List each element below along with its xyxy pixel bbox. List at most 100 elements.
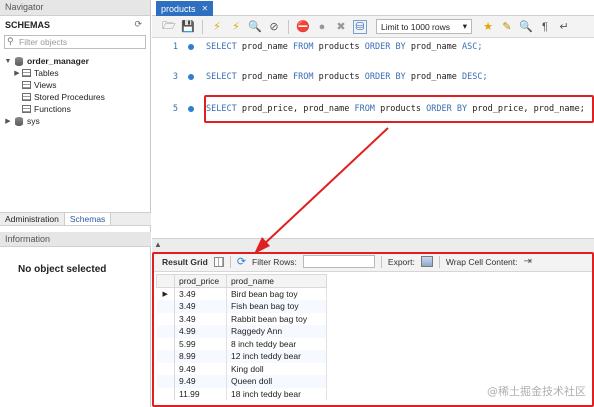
- wrap-cell-icon[interactable]: ⇥: [524, 256, 532, 267]
- row-header[interactable]: [156, 387, 175, 400]
- code-line[interactable]: 3 SELECT prod_name FROM products ORDER B…: [152, 71, 488, 83]
- cell-prod-price[interactable]: 9.49: [174, 362, 227, 375]
- sql-token: prod_name: [241, 72, 288, 82]
- sql-token: prod_name: [410, 72, 457, 82]
- column-header[interactable]: prod_name: [226, 274, 327, 288]
- stop-icon[interactable]: ⊘: [267, 20, 281, 34]
- table-row[interactable]: 3.49 Fish bean bag toy: [156, 300, 327, 313]
- database-icon: [14, 116, 24, 126]
- tree-item-label: sys: [27, 116, 40, 126]
- tree-item-stored-procedures[interactable]: Stored Procedures: [0, 91, 150, 103]
- table-row[interactable]: 4.99 Raggedy Ann: [156, 325, 327, 338]
- sql-keyword: FROM: [293, 72, 314, 82]
- tab-administration[interactable]: Administration: [0, 213, 64, 225]
- navigator-header: Navigator: [0, 0, 150, 16]
- tree-item-label: Tables: [34, 68, 59, 78]
- tab-products[interactable]: products ✕: [156, 1, 214, 16]
- commit-icon[interactable]: ●: [315, 20, 329, 34]
- save-icon[interactable]: 💾: [181, 20, 195, 34]
- cell-prod-name[interactable]: 8 inch teddy bear: [226, 337, 327, 350]
- cell-prod-price[interactable]: 3.49: [174, 300, 227, 313]
- table-row[interactable]: 3.49 Rabbit bean bag toy: [156, 312, 327, 325]
- cell-prod-price[interactable]: 11.99: [174, 387, 227, 400]
- open-file-icon[interactable]: 🗁: [162, 20, 176, 34]
- limit-rows-select[interactable]: Limit to 1000 rows ▾: [376, 19, 472, 34]
- sql-text: SELECT prod_name FROM products ORDER BY …: [206, 42, 482, 52]
- export-icon[interactable]: [420, 256, 433, 267]
- cell-prod-price[interactable]: 4.99: [174, 325, 227, 338]
- invisible-chars-icon[interactable]: ¶: [538, 20, 552, 34]
- row-header[interactable]: [156, 375, 175, 388]
- sql-keyword: SELECT: [206, 72, 237, 82]
- row-header[interactable]: [156, 312, 175, 325]
- table-row[interactable]: 8.99 12 inch teddy bear: [156, 350, 327, 363]
- cell-prod-name[interactable]: Bird bean bag toy: [226, 287, 327, 300]
- cell-prod-price[interactable]: 3.49: [174, 312, 227, 325]
- line-number: 5: [172, 104, 178, 114]
- tree-item-sys[interactable]: ▶ sys: [0, 115, 150, 127]
- filter-placeholder: Filter objects: [19, 37, 68, 47]
- cell-prod-price[interactable]: 3.49: [174, 287, 227, 300]
- cell-prod-name[interactable]: Fish bean bag toy: [226, 300, 327, 313]
- cell-prod-price[interactable]: 5.99: [174, 337, 227, 350]
- cell-prod-name[interactable]: Raggedy Ann: [226, 325, 327, 338]
- cell-prod-name[interactable]: 12 inch teddy bear: [226, 350, 327, 363]
- tree-item-tables[interactable]: ▶ Tables: [0, 67, 150, 79]
- expand-triangle-icon[interactable]: ▼: [4, 58, 12, 65]
- toggle-autocommit-icon[interactable]: ⛔: [296, 20, 310, 34]
- row-header[interactable]: [156, 325, 175, 338]
- result-grid-tab[interactable]: Result Grid: [162, 257, 208, 267]
- transaction-icon[interactable]: ⛁: [353, 19, 367, 34]
- current-row-marker-icon[interactable]: ▶: [156, 287, 175, 300]
- row-header[interactable]: [156, 350, 175, 363]
- cell-prod-price[interactable]: 9.49: [174, 375, 227, 388]
- row-header[interactable]: [156, 300, 175, 313]
- sql-toolbar: 🗁 💾 ⚡ ⚡ 🔍 ⊘ ⛔ ● ✖ ⛁ Limit to 1000 rows ▾…: [152, 16, 594, 38]
- rollback-icon[interactable]: ✖: [334, 20, 348, 34]
- sql-editor[interactable]: 1 SELECT prod_name FROM products ORDER B…: [152, 38, 594, 236]
- result-grid: prod_price prod_name ▶ 3.49 Bird bean bag …: [156, 274, 327, 400]
- explain-icon[interactable]: 🔍: [248, 20, 262, 34]
- tree-item-label: order_manager: [27, 56, 89, 66]
- search-icon: ⚲: [7, 36, 14, 46]
- bookmark-icon[interactable]: ★: [481, 20, 495, 34]
- navigator-tabs: Administration Schemas: [0, 212, 151, 226]
- statement-dot-icon: [188, 44, 194, 50]
- row-header[interactable]: [156, 362, 175, 375]
- export-label: Export:: [387, 256, 415, 267]
- table-row[interactable]: 9.49 Queen doll: [156, 375, 327, 388]
- cell-prod-name[interactable]: Rabbit bean bag toy: [226, 312, 327, 325]
- wrap-lines-icon[interactable]: ↵: [557, 20, 571, 34]
- filter-rows-input[interactable]: [302, 255, 375, 268]
- line-number: 1: [172, 42, 178, 52]
- filter-objects-input[interactable]: ⚲ Filter objects: [4, 35, 146, 49]
- collapse-icon[interactable]: ▲: [154, 240, 162, 249]
- cell-prod-name[interactable]: King doll: [226, 362, 327, 375]
- cell-prod-name[interactable]: Queen doll: [226, 375, 327, 388]
- find-icon[interactable]: 🔍: [519, 20, 533, 34]
- beautify-icon[interactable]: ✎: [500, 20, 514, 34]
- schema-tree: ▼ order_manager ▶ Tables Views Stored Pr…: [0, 55, 150, 127]
- cell-prod-price[interactable]: 8.99: [174, 350, 227, 363]
- column-header[interactable]: prod_price: [174, 274, 227, 288]
- tab-schemas[interactable]: Schemas: [63, 213, 112, 225]
- sql-keyword: ORDER: [364, 72, 391, 82]
- table-row[interactable]: ▶ 3.49 Bird bean bag toy: [156, 287, 327, 300]
- close-icon[interactable]: ✕: [202, 4, 209, 13]
- table-row[interactable]: 11.99 18 inch teddy bear: [156, 387, 327, 400]
- refresh-schemas-icon[interactable]: ⟳: [134, 19, 142, 30]
- code-line[interactable]: 1 SELECT prod_name FROM products ORDER B…: [152, 41, 483, 53]
- tree-item-functions[interactable]: Functions: [0, 103, 150, 115]
- row-header[interactable]: [156, 337, 175, 350]
- tree-item-views[interactable]: Views: [0, 79, 150, 91]
- cell-prod-name[interactable]: 18 inch teddy bear: [226, 387, 327, 400]
- execute-icon[interactable]: ⚡: [210, 20, 224, 34]
- table-row[interactable]: 9.49 King doll: [156, 362, 327, 375]
- refresh-icon[interactable]: ⟳: [237, 255, 246, 268]
- table-row[interactable]: 5.99 8 inch teddy bear: [156, 337, 327, 350]
- execute-current-icon[interactable]: ⚡: [229, 20, 243, 34]
- expand-triangle-icon[interactable]: ▶: [13, 69, 21, 77]
- tree-item-order-manager[interactable]: ▼ order_manager: [0, 55, 150, 67]
- panel-divider[interactable]: ▲: [152, 238, 594, 252]
- expand-triangle-icon[interactable]: ▶: [4, 117, 12, 125]
